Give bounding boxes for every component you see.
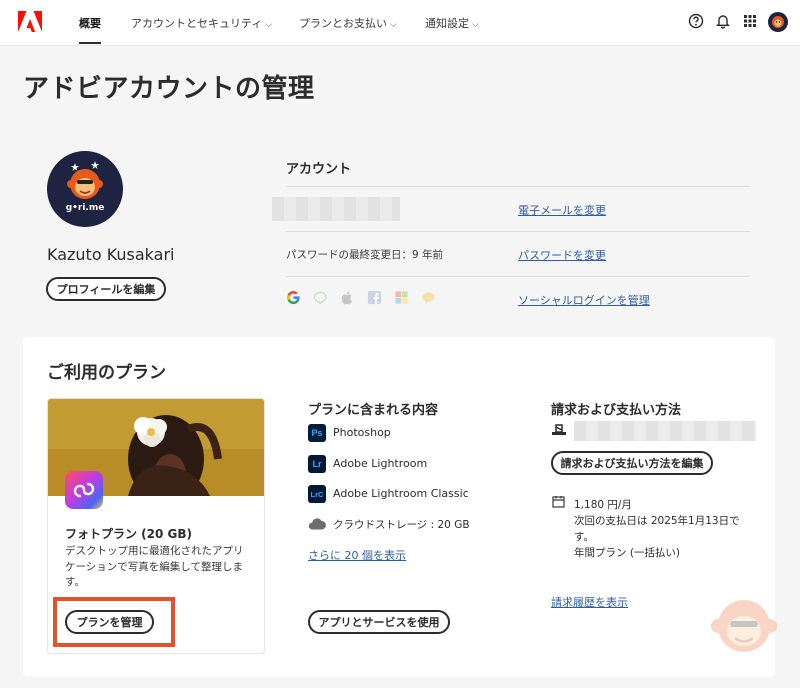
app-name: Adobe Lightroom Classic	[333, 487, 469, 500]
use-apps-services-button[interactable]: アプリとサービスを使用	[308, 610, 450, 634]
divider	[286, 276, 750, 277]
chevron-down-icon: ⌵	[265, 20, 273, 30]
bell-icon[interactable]	[715, 13, 731, 29]
help-icon[interactable]	[688, 13, 704, 29]
microsoft-icon	[395, 291, 408, 304]
show-more-apps-link[interactable]: さらに 20 個を表示	[308, 547, 406, 563]
divider	[286, 186, 750, 187]
monkey-logo-icon	[772, 16, 784, 28]
app-name: クラウドストレージ : 20 GB	[333, 519, 470, 531]
avatar-caption: g•ri.me	[65, 203, 105, 213]
nav-tab-label: 概要	[79, 17, 101, 30]
change-email-link[interactable]: 電子メールを変更	[518, 202, 606, 218]
facebook-icon	[367, 290, 382, 305]
lightroom-icon: Lr	[308, 455, 326, 473]
yahoo-icon	[422, 292, 435, 304]
nav-tab-overview[interactable]: 概要	[79, 15, 101, 44]
product-description: デスクトップ用に最適化されたアプリケーションで写真を編集して整理します。	[65, 545, 244, 588]
lightroom-classic-icon: LrC	[308, 485, 326, 503]
manage-plan-highlight-box	[53, 597, 175, 647]
manage-social-login-link[interactable]: ソーシャルログインを管理	[518, 292, 650, 308]
edit-billing-button[interactable]: 請求および支払い方法を編集	[551, 451, 713, 475]
adobe-logo-icon[interactable]	[18, 11, 42, 33]
redacted-payment-info	[574, 421, 756, 441]
nav-tab-plans-payment[interactable]: プランとお支払い ⌵	[299, 15, 397, 31]
plan-heading: ご利用のプラン	[47, 363, 166, 383]
redacted-email	[272, 197, 400, 221]
google-icon	[287, 291, 300, 305]
calendar-icon	[552, 496, 565, 508]
creative-cloud-icon	[65, 471, 103, 509]
chevron-down-icon: ⌵	[472, 20, 479, 30]
nav-tab-label: プランとお支払い	[299, 17, 387, 30]
billing-history-link[interactable]: 請求履歴を表示	[551, 594, 628, 610]
plan-type-text: 年間プラン (一括払い)	[574, 547, 681, 559]
monkey-watermark-icon	[711, 600, 777, 652]
user-avatar[interactable]	[768, 12, 788, 32]
edit-profile-button[interactable]: プロフィールを編集	[46, 277, 166, 301]
price-text: 1,180 円/月	[574, 499, 632, 511]
nav-tab-label: アカウントとセキュリティ	[131, 17, 263, 30]
password-last-changed: パスワードの最終変更日：9 年前	[286, 249, 444, 261]
next-payment-text: 次回の支払日は 2025年1月13日です。	[574, 515, 740, 543]
top-navigation: 概要 アカウントとセキュリティ ⌵ プランとお支払い ⌵ 通知設定 ⌵	[0, 0, 800, 46]
apps-grid-icon[interactable]	[742, 13, 758, 29]
divider	[286, 231, 750, 232]
profile-avatar: g•ri.me	[47, 151, 123, 227]
chevron-down-icon: ⌵	[390, 20, 397, 30]
line-icon	[313, 291, 327, 305]
billing-details: 1,180 円/月 次回の支払日は 2025年1月13日です。 年間プラン (一…	[574, 497, 754, 561]
app-name: Adobe Lightroom	[333, 457, 428, 470]
app-name: Photoshop	[333, 426, 391, 439]
nav-tab-label: 通知設定	[425, 17, 469, 30]
apple-icon	[341, 291, 352, 305]
photoshop-icon: Ps	[308, 424, 326, 442]
change-password-link[interactable]: パスワードを変更	[518, 247, 606, 263]
profile-name: Kazuto Kusakari	[47, 245, 175, 264]
billing-heading: 請求および支払い方法	[551, 403, 682, 418]
monkey-logo-icon	[67, 161, 103, 199]
cloud-icon	[308, 518, 326, 530]
payment-stamp-icon	[552, 424, 566, 435]
nav-tab-account-security[interactable]: アカウントとセキュリティ ⌵	[131, 15, 272, 31]
product-title: フォトプラン (20 GB)	[65, 527, 193, 541]
account-heading: アカウント	[286, 162, 352, 177]
page-title: アドビアカウントの管理	[23, 74, 315, 104]
nav-tab-notifications[interactable]: 通知設定 ⌵	[425, 15, 479, 31]
plan-includes-heading: プランに含まれる内容	[308, 403, 439, 418]
